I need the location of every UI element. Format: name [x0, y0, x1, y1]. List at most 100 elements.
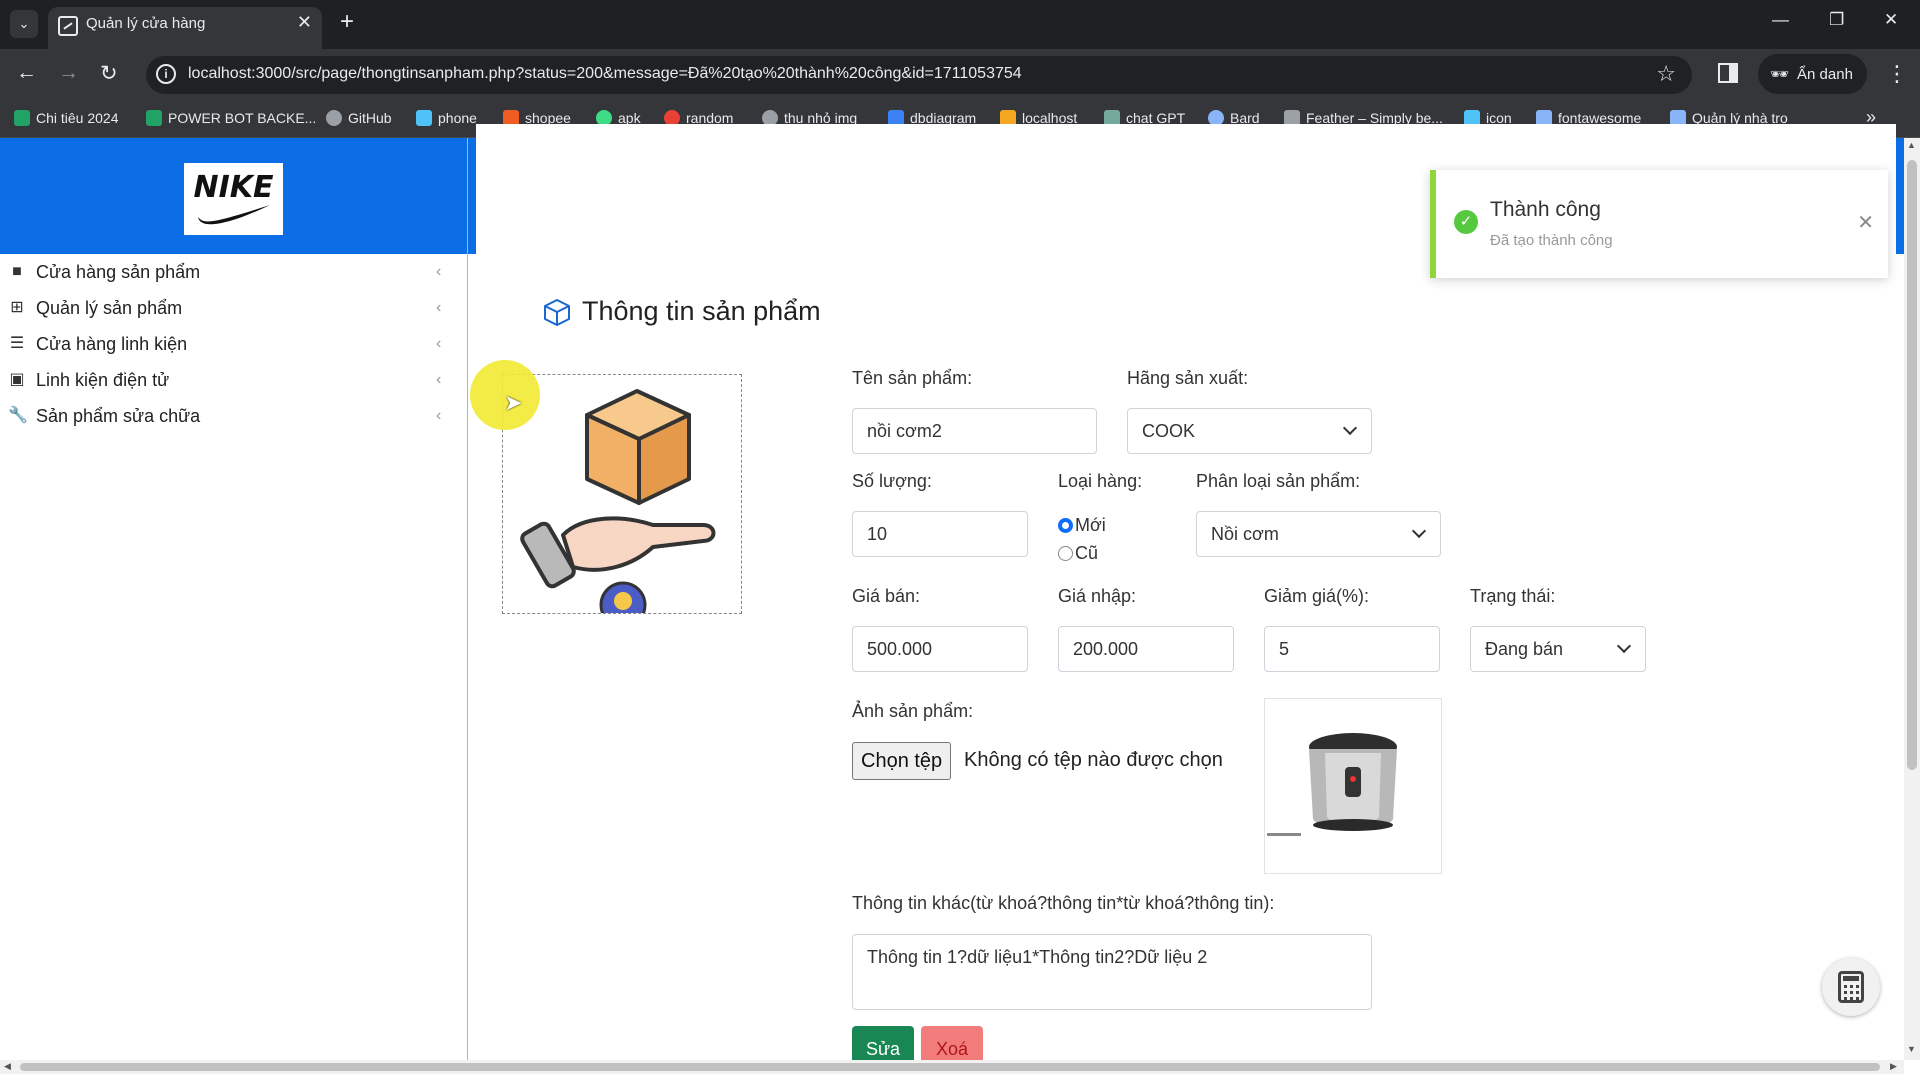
- category-label: Phân loại sản phẩm:: [1196, 471, 1361, 491]
- spreadsheet-icon: [14, 110, 30, 126]
- server-icon: ☰: [9, 335, 25, 352]
- status-label: Trạng thái:: [1470, 586, 1556, 606]
- brand-label: Hãng sản xuất:: [1127, 368, 1249, 388]
- sidebar-item-electronic-components[interactable]: ▣ Linh kiện điện tử ‹: [0, 362, 467, 398]
- page-title-text: Thông tin sản phẩm: [582, 296, 821, 326]
- chevron-left-icon: ‹: [436, 371, 442, 388]
- status-select[interactable]: Đang bán: [1470, 626, 1646, 672]
- sidebar-item-label: Cửa hàng linh kiện: [36, 333, 188, 354]
- incognito-icon: 🕶: [1770, 66, 1790, 83]
- bookmark-item[interactable]: phone: [416, 110, 477, 126]
- category-select[interactable]: Nồi cơm: [1196, 511, 1441, 557]
- wrench-icon: 🔧: [8, 407, 28, 424]
- minimize-icon[interactable]: —: [1772, 10, 1789, 30]
- sidebar-item-component-store[interactable]: ☰ Cửa hàng linh kiện ‹: [0, 326, 467, 362]
- image-label: Ảnh sản phẩm:: [852, 701, 974, 721]
- calculator-button[interactable]: [1822, 958, 1880, 1016]
- bookmark-item[interactable]: POWER BOT BACKE...: [146, 110, 316, 126]
- sidebar-item-label: Quản lý sản phẩm: [36, 297, 183, 318]
- product-illustration: [502, 374, 742, 629]
- sidebar-item-label: Linh kiện điện tử: [36, 369, 170, 390]
- bookmark-item[interactable]: Chi tiêu 2024: [14, 110, 119, 126]
- new-tab-button[interactable]: +: [340, 8, 354, 36]
- phone-bookmark-icon: [416, 110, 432, 126]
- toast-close-icon[interactable]: ✕: [1857, 210, 1874, 235]
- sidebar: ■ Cửa hàng sản phẩm ‹ ⊞ Quản lý sản phẩm…: [0, 254, 467, 1060]
- restore-icon[interactable]: ❐: [1829, 10, 1844, 30]
- product-image-preview: [1264, 698, 1442, 874]
- price-label: Giá bán:: [852, 586, 921, 606]
- scroll-right-icon[interactable]: ▶: [1890, 1061, 1897, 1072]
- price-input[interactable]: 500.000: [852, 626, 1028, 672]
- chevron-left-icon: ‹: [436, 335, 442, 352]
- window-close-icon[interactable]: ✕: [1884, 10, 1898, 30]
- chevron-left-icon: ‹: [436, 299, 442, 316]
- sidebar-item-repair-products[interactable]: 🔧 Sản phẩm sửa chữa ‹: [0, 398, 467, 434]
- horizontal-scroll-thumb[interactable]: [20, 1063, 1880, 1071]
- choose-file-button[interactable]: Chọn tệp: [852, 742, 952, 780]
- logo-text: NIKE: [193, 170, 274, 205]
- success-toast: ✓ Thành công Đã tạo thành công ✕: [1430, 170, 1888, 278]
- brand-logo[interactable]: NIKE: [184, 163, 283, 235]
- site-info-icon[interactable]: i: [156, 64, 176, 84]
- mouse-pointer-icon: ➤: [504, 390, 523, 415]
- product-name-input[interactable]: nồi cơm2: [852, 408, 1097, 454]
- type-radio-used[interactable]: Cũ: [1058, 543, 1098, 564]
- site-favicon-icon: [58, 16, 78, 36]
- back-arrow-icon[interactable]: ←: [16, 61, 37, 85]
- incognito-label: Ẩn danh: [1797, 65, 1853, 83]
- discount-label: Giảm giá(%):: [1264, 586, 1370, 606]
- address-bar[interactable]: i localhost:3000/src/page/thongtinsanpha…: [146, 56, 1692, 94]
- rice-cooker-image: [1267, 733, 1397, 836]
- browser-menu-icon[interactable]: ⋮: [1886, 61, 1908, 87]
- scroll-down-icon[interactable]: ▼: [1907, 1044, 1916, 1054]
- tab-title: Quản lý cửa hàng: [86, 15, 206, 32]
- sidebar-item-product-store[interactable]: ■ Cửa hàng sản phẩm ‹: [0, 254, 467, 290]
- scroll-up-icon[interactable]: ▲: [1907, 140, 1916, 150]
- address-url[interactable]: localhost:3000/src/page/thongtinsanpham.…: [188, 65, 1022, 83]
- side-panel-icon[interactable]: [1718, 63, 1738, 83]
- scroll-left-icon[interactable]: ◀: [4, 1061, 11, 1072]
- radio-used-label: Cũ: [1075, 543, 1099, 563]
- tab-search-button[interactable]: ⌄: [10, 10, 38, 38]
- forward-arrow-icon[interactable]: →: [58, 61, 79, 85]
- cube-icon: [544, 298, 570, 326]
- file-status-text: Không có tệp nào được chọn: [964, 749, 1223, 771]
- sidebar-item-label: Sản phẩm sửa chữa: [36, 405, 201, 426]
- bookmark-star-icon[interactable]: ☆: [1656, 61, 1676, 87]
- chevron-down-icon: [1411, 523, 1427, 539]
- reload-icon[interactable]: ↻: [100, 61, 118, 86]
- swoosh-icon: [197, 205, 270, 225]
- other-info-label: Thông tin khác(từ khoá?thông tin*từ khoá…: [852, 893, 1275, 913]
- incognito-profile-button[interactable]: 🕶 Ẩn danh: [1758, 54, 1867, 94]
- tab-close-icon[interactable]: ✕: [297, 12, 312, 33]
- status-select-value: Đang bán: [1485, 638, 1564, 659]
- vertical-scroll-thumb[interactable]: [1907, 160, 1917, 770]
- vertical-scrollbar[interactable]: ▲ ▼: [1904, 138, 1920, 1060]
- calculator-icon: [1838, 971, 1864, 1003]
- brand-select-value: COOK: [1142, 420, 1196, 441]
- other-info-textarea[interactable]: Thông tin 1?dữ liệu1*Thông tin2?Dữ liệu …: [852, 934, 1372, 1010]
- github-icon: [326, 110, 342, 126]
- name-label: Tên sản phẩm:: [852, 368, 973, 388]
- browser-tab-bar: ⌄ Quản lý cửa hàng ✕ + — ❐ ✕: [0, 0, 1920, 49]
- browser-tab-active[interactable]: Quản lý cửa hàng ✕: [48, 7, 322, 49]
- radio-new[interactable]: [1058, 518, 1073, 533]
- cost-label: Giá nhập:: [1058, 586, 1137, 606]
- chevron-down-icon: [1342, 420, 1358, 436]
- horizontal-scrollbar[interactable]: ◀ ▶: [0, 1060, 1904, 1074]
- quantity-input[interactable]: 10: [852, 511, 1028, 557]
- type-radio-new[interactable]: Mới: [1058, 515, 1106, 536]
- chevron-down-icon: [1616, 638, 1632, 654]
- sidebar-item-product-management[interactable]: ⊞ Quản lý sản phẩm ‹: [0, 290, 467, 326]
- bookmark-item[interactable]: GitHub: [326, 110, 392, 126]
- chip-icon: ▣: [9, 371, 25, 388]
- brand-select[interactable]: COOK: [1127, 408, 1372, 454]
- radio-used[interactable]: [1058, 546, 1073, 561]
- discount-input[interactable]: 5: [1264, 626, 1440, 672]
- cost-input[interactable]: 200.000: [1058, 626, 1234, 672]
- toast-message: Đã tạo thành công: [1490, 232, 1613, 249]
- bag-icon: ■: [12, 263, 22, 280]
- radio-new-label: Mới: [1075, 515, 1106, 535]
- check-circle-icon: ✓: [1454, 210, 1478, 234]
